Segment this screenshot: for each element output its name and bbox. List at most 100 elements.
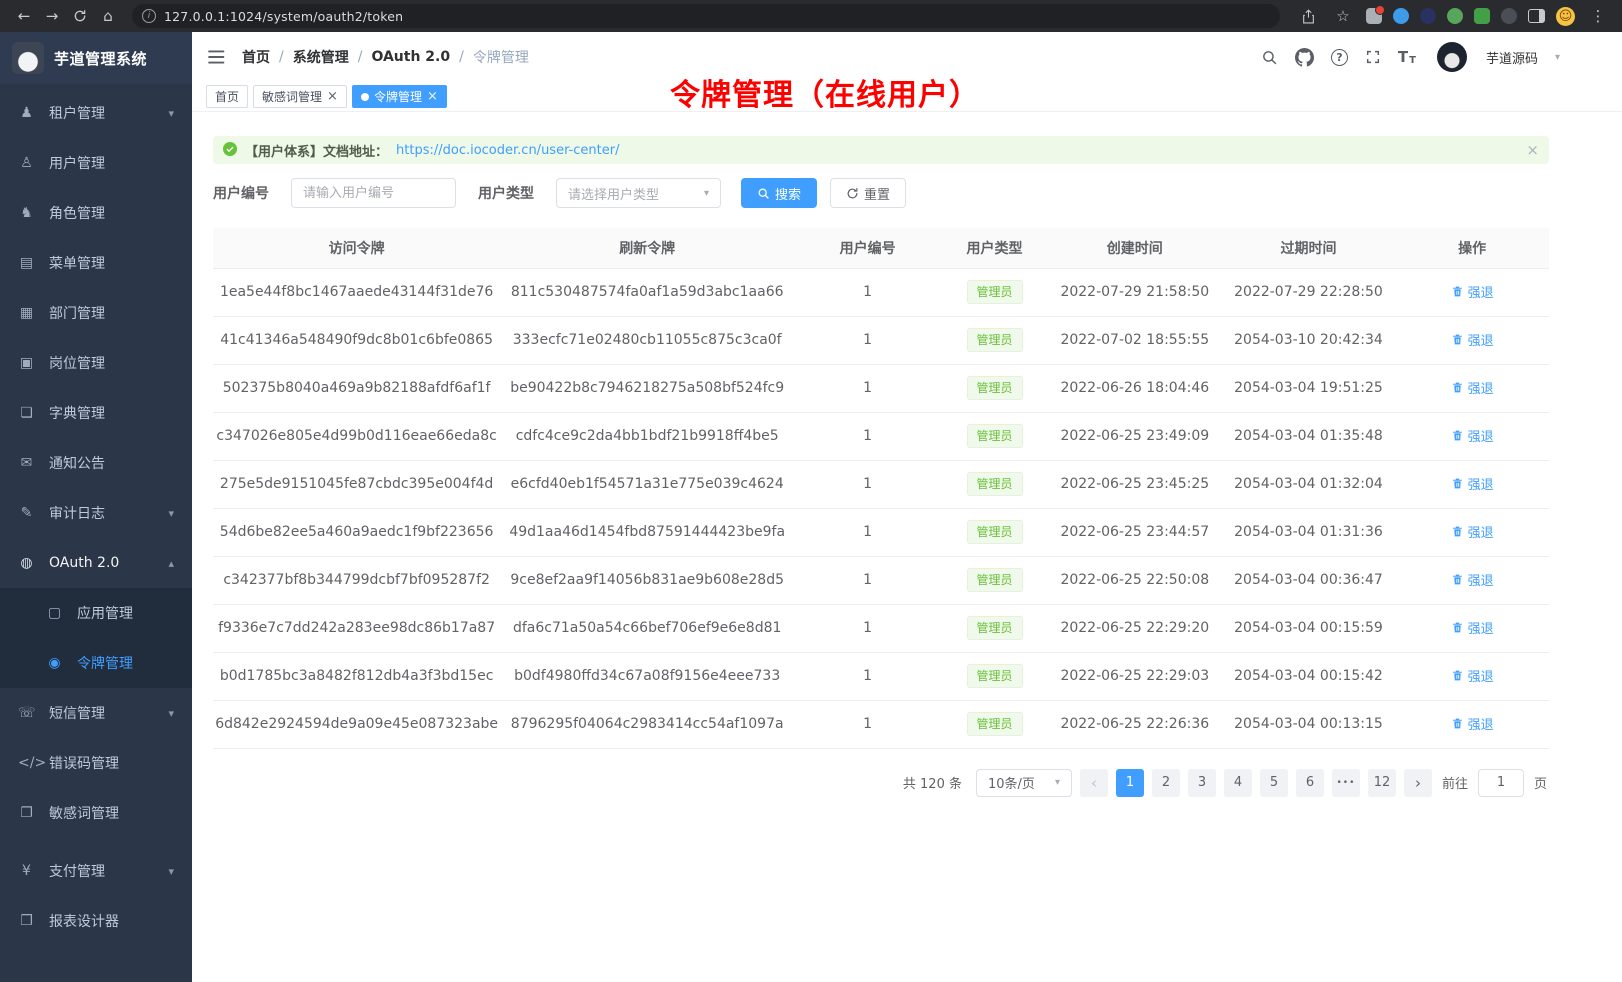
extension-icon-5[interactable] bbox=[1474, 8, 1490, 24]
tab-token[interactable]: 令牌管理× bbox=[352, 85, 447, 108]
user-type-select[interactable]: 请选择用户类型 ▾ bbox=[556, 178, 721, 208]
notice-icon: ✉ bbox=[18, 455, 35, 471]
pagination: 共 120 条 10条/页 ▾ ‹ 123456•••12 › 前往 页 bbox=[213, 769, 1549, 797]
share-icon[interactable] bbox=[1296, 4, 1320, 28]
next-page-button[interactable]: › bbox=[1404, 769, 1432, 797]
user-avatar[interactable] bbox=[1437, 42, 1467, 72]
sidebar-item-pay[interactable]: ¥支付管理▾ bbox=[0, 846, 192, 896]
sidebar-item-dict[interactable]: ❏字典管理 bbox=[0, 388, 192, 438]
action-cell: 强退 bbox=[1395, 412, 1549, 460]
force-logout-button[interactable]: 强退 bbox=[1451, 522, 1494, 541]
force-logout-button[interactable]: 强退 bbox=[1451, 282, 1494, 301]
tab-sensitive-word[interactable]: 敏感词管理× bbox=[253, 85, 347, 108]
access-token-cell: c347026e805e4d99b0d116eae66eda8c bbox=[213, 412, 500, 460]
oauth2-icon: ◍ bbox=[18, 555, 35, 571]
sidebar-item-audit-log[interactable]: ✎审计日志▾ bbox=[0, 488, 192, 538]
app-logo[interactable]: 芋道管理系统 bbox=[0, 32, 192, 84]
column-header: 创建时间 bbox=[1048, 228, 1222, 268]
force-logout-button[interactable]: 强退 bbox=[1451, 474, 1494, 493]
user-id-cell: 1 bbox=[794, 700, 941, 748]
force-logout-label: 强退 bbox=[1468, 570, 1494, 589]
font-size-icon[interactable]: TT bbox=[1398, 48, 1416, 66]
user-type-cell: 管理员 bbox=[941, 508, 1048, 556]
fullscreen-icon[interactable] bbox=[1365, 49, 1381, 65]
sidebar-item-oauth2-app[interactable]: ▢应用管理 bbox=[0, 588, 192, 638]
reset-button[interactable]: 重置 bbox=[830, 178, 906, 208]
alert-close-icon[interactable]: × bbox=[1526, 141, 1539, 159]
browser-menu-icon[interactable]: ⋮ bbox=[1586, 4, 1610, 28]
refresh-token-cell: 49d1aa46d1454fbd87591444423be9fa bbox=[500, 508, 794, 556]
site-info-icon[interactable]: i bbox=[142, 9, 156, 23]
force-logout-label: 强退 bbox=[1468, 378, 1494, 397]
sidebar-item-post[interactable]: ▣岗位管理 bbox=[0, 338, 192, 388]
user-id-cell: 1 bbox=[794, 412, 941, 460]
force-logout-button[interactable]: 强退 bbox=[1451, 378, 1494, 397]
user-type-cell: 管理员 bbox=[941, 412, 1048, 460]
page-button-12[interactable]: 12 bbox=[1368, 769, 1396, 797]
sidebar-item-oauth2[interactable]: ◍OAuth 2.0▴ bbox=[0, 538, 192, 588]
force-logout-label: 强退 bbox=[1468, 330, 1494, 349]
hamburger-icon[interactable] bbox=[208, 49, 226, 65]
breadcrumb-item[interactable]: 首页 bbox=[242, 47, 270, 67]
alert-doc-link[interactable]: https://doc.iocoder.cn/user-center/ bbox=[396, 143, 619, 158]
sidebar-item-menu[interactable]: ▤菜单管理 bbox=[0, 238, 192, 288]
sidebar-item-tenant[interactable]: ♟租户管理▾ bbox=[0, 88, 192, 138]
forward-button[interactable]: → bbox=[40, 4, 64, 28]
user-type-cell: 管理员 bbox=[941, 604, 1048, 652]
back-button[interactable]: ← bbox=[12, 4, 36, 28]
search-icon[interactable] bbox=[1261, 49, 1278, 66]
page-size-select[interactable]: 10条/页 ▾ bbox=[976, 769, 1072, 797]
user-name[interactable]: 芋道源码 bbox=[1486, 48, 1538, 67]
sidebar-item-error-code[interactable]: </>错误码管理 bbox=[0, 738, 192, 788]
prev-page-button[interactable]: ‹ bbox=[1080, 769, 1108, 797]
url-text: 127.0.0.1:1024/system/oauth2/token bbox=[164, 9, 403, 24]
force-logout-button[interactable]: 强退 bbox=[1451, 666, 1494, 685]
extension-icon-6[interactable] bbox=[1501, 8, 1517, 24]
force-logout-button[interactable]: 强退 bbox=[1451, 714, 1494, 733]
sidebar-item-role[interactable]: ♞角色管理 bbox=[0, 188, 192, 238]
reload-button[interactable] bbox=[68, 4, 92, 28]
page-button-2[interactable]: 2 bbox=[1152, 769, 1180, 797]
sidebar-item-sensitive-word[interactable]: ❐敏感词管理 bbox=[0, 788, 192, 838]
extension-icon-3[interactable] bbox=[1420, 8, 1436, 24]
trash-icon bbox=[1451, 285, 1464, 298]
user-id-input[interactable] bbox=[291, 178, 456, 208]
sidebar-item-user[interactable]: ♙用户管理 bbox=[0, 138, 192, 188]
extension-icon-4[interactable] bbox=[1447, 8, 1463, 24]
help-icon[interactable]: ? bbox=[1331, 49, 1348, 66]
navbar-actions: ? TT 芋道源码 ▾ bbox=[1261, 42, 1560, 72]
page-button-1[interactable]: 1 bbox=[1116, 769, 1144, 797]
sidebar-item-notice[interactable]: ✉通知公告 bbox=[0, 438, 192, 488]
page-button-5[interactable]: 5 bbox=[1260, 769, 1288, 797]
address-bar[interactable]: i 127.0.0.1:1024/system/oauth2/token bbox=[132, 4, 1280, 28]
force-logout-button[interactable]: 强退 bbox=[1451, 570, 1494, 589]
extension-icon-1[interactable] bbox=[1366, 8, 1382, 24]
page-button-6[interactable]: 6 bbox=[1296, 769, 1324, 797]
search-button[interactable]: 搜索 bbox=[741, 178, 817, 208]
github-icon[interactable] bbox=[1295, 48, 1314, 67]
caret-down-icon[interactable]: ▾ bbox=[1555, 52, 1560, 63]
sidebar-item-dept[interactable]: ▦部门管理 bbox=[0, 288, 192, 338]
force-logout-button[interactable]: 强退 bbox=[1451, 618, 1494, 637]
sidebar-item-report[interactable]: ❒报表设计器 bbox=[0, 896, 192, 946]
sidebar-item-sms[interactable]: ☏短信管理▾ bbox=[0, 688, 192, 738]
breadcrumb-item[interactable]: 系统管理 bbox=[293, 47, 349, 67]
side-panel-icon[interactable] bbox=[1528, 9, 1545, 23]
goto-page-input[interactable] bbox=[1478, 769, 1524, 797]
tab-close-icon[interactable]: × bbox=[327, 90, 338, 103]
force-logout-label: 强退 bbox=[1468, 618, 1494, 637]
page-button-4[interactable]: 4 bbox=[1224, 769, 1252, 797]
home-button[interactable]: ⌂ bbox=[96, 4, 120, 28]
sidebar-item-oauth2-token[interactable]: ◉令牌管理 bbox=[0, 638, 192, 688]
bookmark-star-icon[interactable]: ☆ bbox=[1331, 4, 1355, 28]
force-logout-button[interactable]: 强退 bbox=[1451, 330, 1494, 349]
font-size-large: T bbox=[1398, 48, 1408, 66]
tab-home[interactable]: 首页 bbox=[206, 85, 248, 108]
extension-icon-2[interactable] bbox=[1393, 8, 1409, 24]
page-button-3[interactable]: 3 bbox=[1188, 769, 1216, 797]
breadcrumb-item[interactable]: OAuth 2.0 bbox=[371, 49, 450, 65]
tab-close-icon[interactable]: × bbox=[427, 90, 438, 103]
pagination-more[interactable]: ••• bbox=[1332, 769, 1360, 797]
browser-profile-avatar[interactable]: ☺ bbox=[1556, 7, 1575, 26]
force-logout-button[interactable]: 强退 bbox=[1451, 426, 1494, 445]
